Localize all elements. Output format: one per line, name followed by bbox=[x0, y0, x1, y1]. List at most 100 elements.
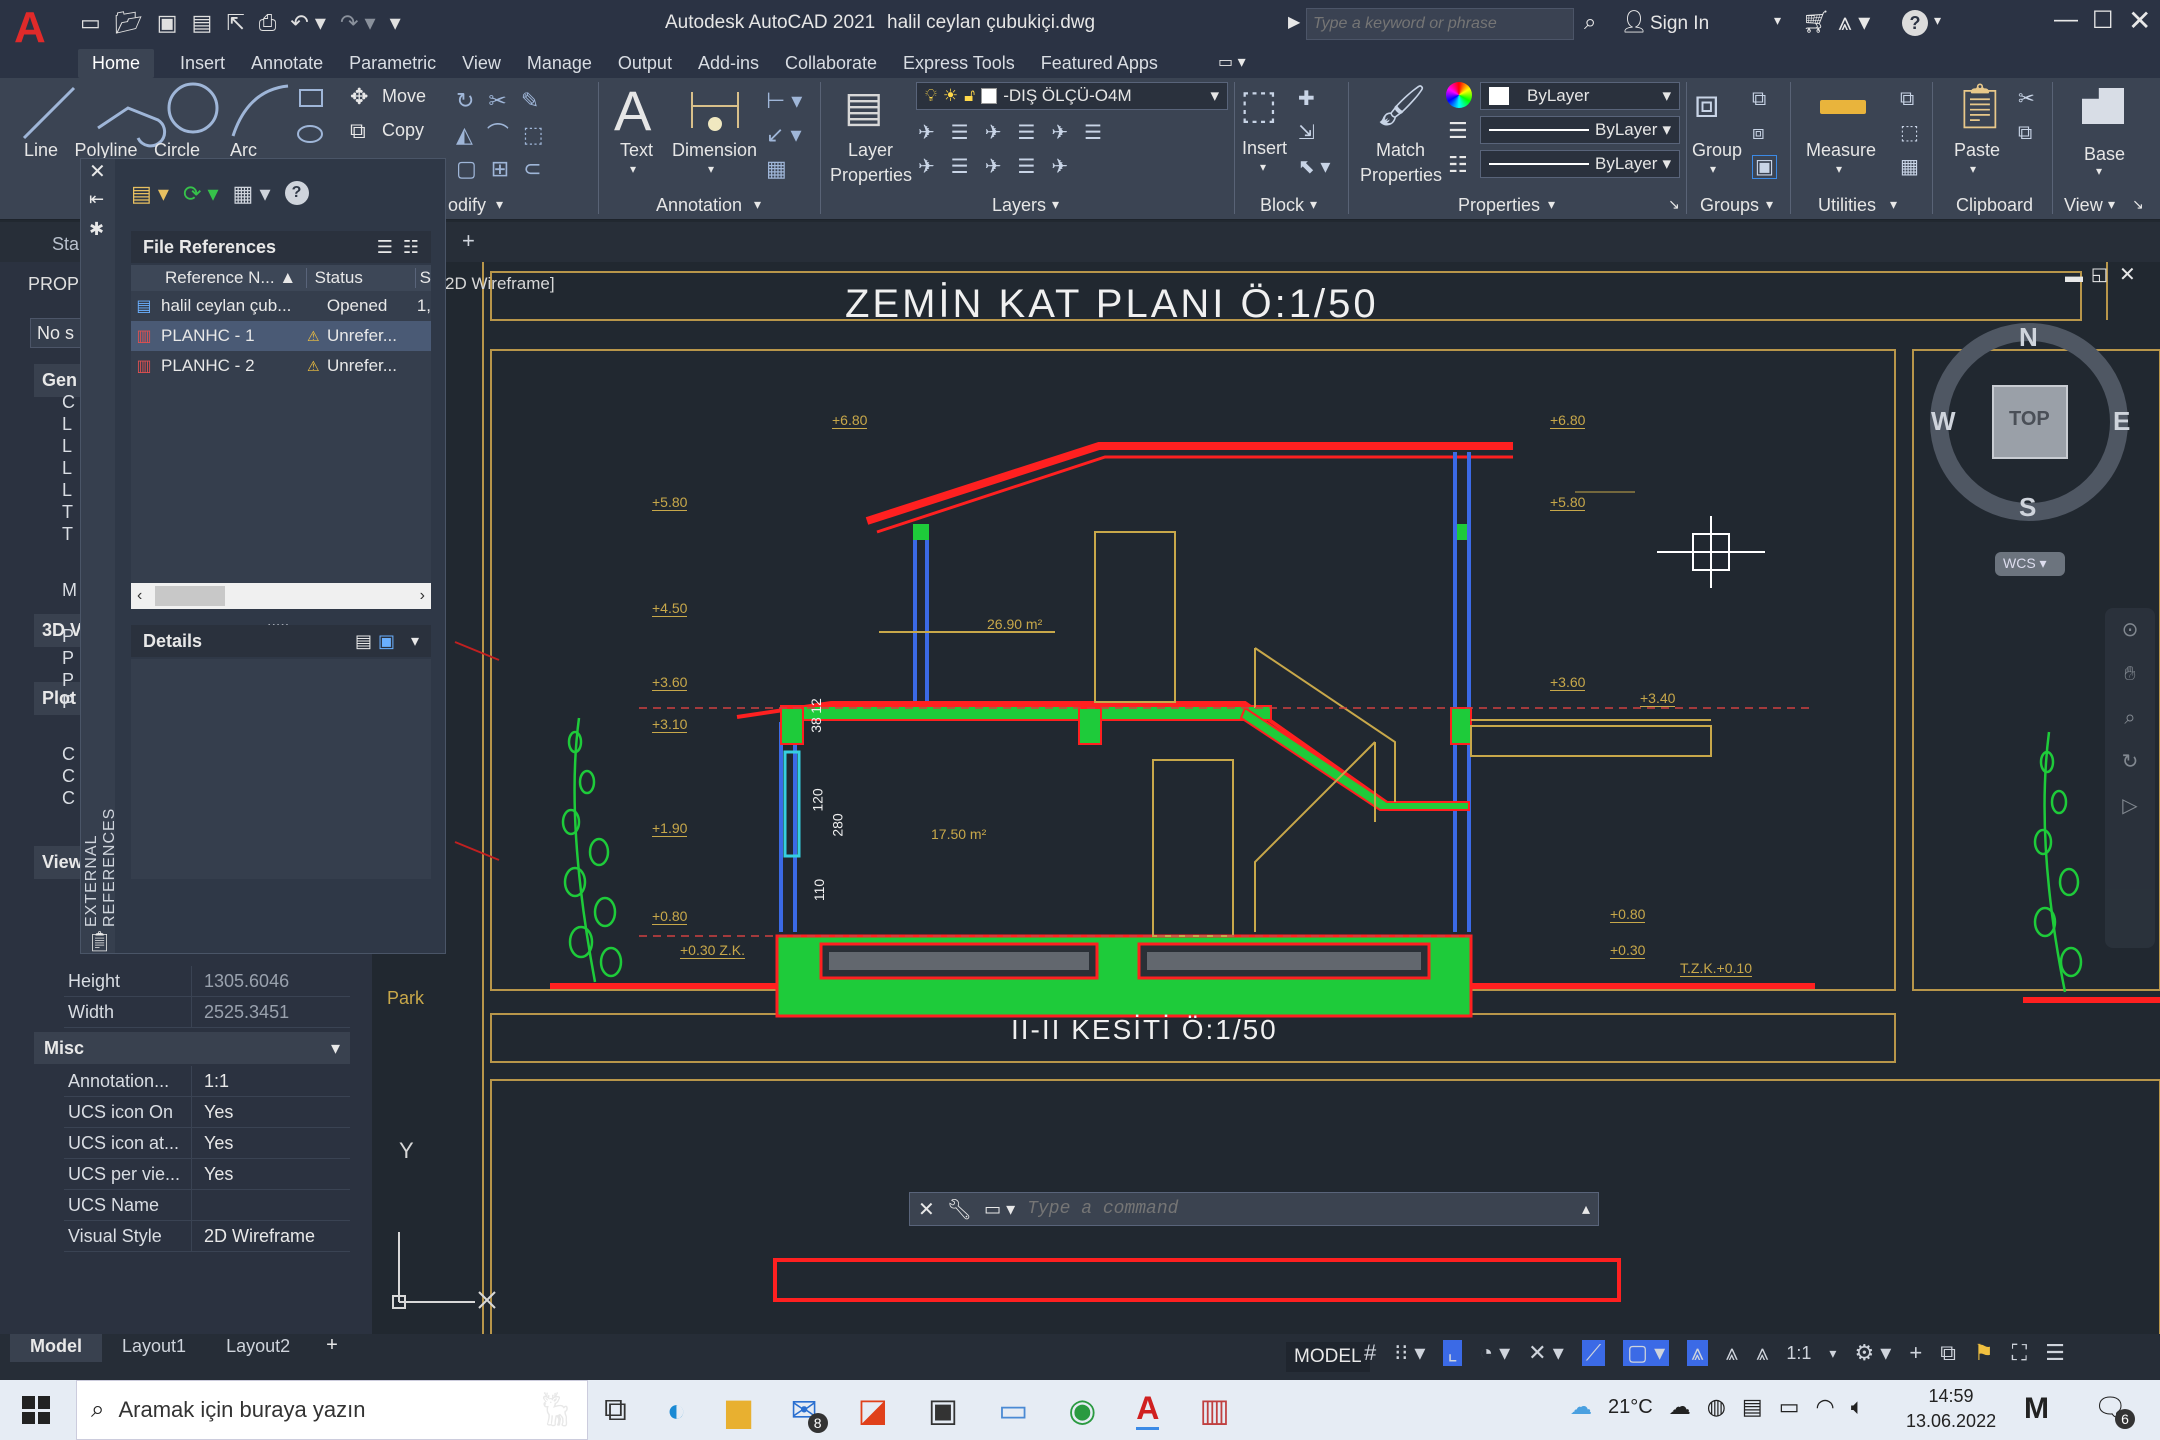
xref-settings-icon[interactable]: ✱ bbox=[89, 219, 104, 240]
viewport-close-icon[interactable]: ✕ bbox=[2119, 262, 2136, 287]
layers-panel-dropdown-icon[interactable]: ▾ bbox=[1052, 196, 1059, 213]
redo-icon[interactable]: ↷ ▾ bbox=[340, 10, 376, 36]
col-reference-name[interactable]: Reference N... ▲ bbox=[131, 268, 306, 288]
property-row-label[interactable]: T bbox=[62, 502, 73, 523]
measure-icon[interactable] bbox=[1820, 100, 1866, 114]
property-row-label[interactable]: L bbox=[62, 436, 72, 457]
color-dropdown-icon[interactable]: ▾ bbox=[1662, 86, 1671, 106]
groups-panel-dropdown-icon[interactable]: ▾ bbox=[1766, 196, 1773, 213]
property-row[interactable]: Height 1305.6046 bbox=[64, 966, 350, 997]
clock[interactable]: 14:59 13.06.2022 bbox=[1906, 1386, 1996, 1432]
drawing-svg[interactable] bbox=[375, 262, 2160, 1334]
paste-icon[interactable]: 📋︎ bbox=[1952, 80, 2008, 132]
layer-dropdown[interactable]: 💡︎ ☀ 🔓︎ -DIŞ ÖLÇÜ-O4M ▾ bbox=[916, 82, 1228, 110]
insert-dropdown-icon[interactable]: ▾ bbox=[1260, 160, 1266, 174]
battery-icon[interactable]: ▭ bbox=[1779, 1394, 1800, 1420]
scroll-right-icon[interactable]: › bbox=[420, 587, 425, 605]
copy-icon[interactable]: ⧉ bbox=[350, 118, 366, 144]
sign-in-link[interactable]: Sign In bbox=[1650, 13, 1709, 35]
office-icon[interactable]: ◪ bbox=[858, 1391, 888, 1429]
scroll-left-icon[interactable]: ‹ bbox=[137, 587, 142, 605]
new-icon[interactable]: ▭ bbox=[80, 10, 101, 36]
taskbar-search-box[interactable]: ⌕ Aramak için buraya yazın 🦌︎ bbox=[76, 1380, 588, 1440]
annotation-monitor-icon[interactable]: + bbox=[1909, 1340, 1922, 1366]
view-launcher-icon[interactable]: ↘ bbox=[2132, 196, 2144, 213]
weather-icon[interactable]: ☁ bbox=[1570, 1394, 1592, 1420]
property-row[interactable]: Annotation... 1:1 bbox=[64, 1066, 350, 1097]
maximize-icon[interactable]: ☐ bbox=[2092, 6, 2114, 35]
property-row[interactable]: UCS Name bbox=[64, 1190, 350, 1221]
osnap-tracking-icon[interactable]: ✕ ▾ bbox=[1528, 1340, 1564, 1366]
property-row-label[interactable]: C bbox=[62, 766, 75, 787]
tab-manage[interactable]: Manage bbox=[527, 53, 592, 74]
tab-express-tools[interactable]: Express Tools bbox=[903, 53, 1015, 74]
wifi-icon[interactable]: ◠ bbox=[1815, 1394, 1834, 1420]
command-customize-icon[interactable]: 🔧︎ bbox=[947, 1197, 972, 1222]
polar-icon[interactable]: ◔ ▾ bbox=[1480, 1340, 1510, 1366]
layer-freeze-icon[interactable]: ☀ bbox=[943, 86, 958, 106]
col-size[interactable]: S bbox=[414, 268, 431, 288]
help-dropdown-icon[interactable]: ▾ bbox=[1934, 12, 1941, 29]
block-panel-label[interactable]: Block bbox=[1260, 195, 1304, 216]
dimension-icon[interactable] bbox=[686, 84, 746, 136]
layer-dropdown-icon[interactable]: ▾ bbox=[1210, 86, 1219, 106]
property-row[interactable]: UCS icon at... Yes bbox=[64, 1128, 350, 1159]
volume-icon[interactable]: 🔈︎ bbox=[1851, 1394, 1864, 1420]
user-icon[interactable]: 👤︎ bbox=[1620, 9, 1648, 35]
annotation-panel-dropdown-icon[interactable]: ▾ bbox=[754, 196, 761, 213]
insert-button[interactable]: Insert bbox=[1242, 138, 1287, 159]
viewcube-north[interactable]: N bbox=[2019, 322, 2038, 353]
tab-annotate[interactable]: Annotate bbox=[251, 53, 323, 74]
match-properties-button[interactable]: Match bbox=[1376, 140, 1425, 161]
properties-launcher-icon[interactable]: ↘ bbox=[1668, 196, 1680, 213]
task-view-icon[interactable]: ⧉ bbox=[604, 1391, 627, 1429]
tray-app2-icon[interactable]: ▤ bbox=[1742, 1394, 1763, 1420]
base-dropdown-icon[interactable]: ▾ bbox=[2096, 164, 2102, 178]
file-explorer-icon[interactable]: ▆ bbox=[726, 1391, 751, 1429]
tree-view-icon[interactable]: ☷ bbox=[403, 237, 419, 258]
xref-row[interactable]: ▥ PLANHC - 2 ⚠ Unrefer... bbox=[131, 351, 431, 381]
layout-tab-layout1[interactable]: Layout1 bbox=[102, 1334, 206, 1362]
command-input[interactable] bbox=[1027, 1199, 1570, 1219]
copy-button[interactable]: Copy bbox=[382, 120, 424, 141]
windows-start-icon[interactable] bbox=[22, 1396, 50, 1424]
property-row-label[interactable]: P bbox=[62, 670, 74, 691]
utilities-panel-label[interactable]: Utilities bbox=[1818, 195, 1876, 216]
measure-dropdown-icon[interactable]: ▾ bbox=[1836, 162, 1842, 176]
dimension-button[interactable]: Dimension bbox=[672, 140, 757, 161]
lineweight-dropdown[interactable]: ByLayer ▾ bbox=[1480, 150, 1680, 178]
text-icon[interactable]: A bbox=[614, 78, 651, 143]
line-button[interactable]: Line bbox=[24, 140, 58, 161]
annotation-small-icons[interactable]: ⊢ ▾ ↙ ▾ ▦ bbox=[766, 84, 802, 186]
open-icon[interactable]: 📂︎ bbox=[115, 10, 143, 36]
autocad-taskbar-icon[interactable]: A bbox=[1136, 1390, 1160, 1430]
xref-clipboard-icon[interactable]: 📋︎ bbox=[87, 929, 112, 954]
polyline-button[interactable]: Polyline bbox=[74, 140, 138, 158]
navigation-bar[interactable]: ⊙ ✋︎ ⌕ ↻ ▷ bbox=[2105, 608, 2155, 948]
viewcube-south[interactable]: S bbox=[2019, 492, 2036, 523]
workspace-gear-icon[interactable]: ⚙ ▾ bbox=[1854, 1340, 1891, 1366]
store-icon[interactable]: ▣ bbox=[928, 1391, 958, 1429]
edge-icon[interactable]: ◐ bbox=[667, 1392, 686, 1429]
refresh-icon[interactable]: ⟳ ▾ bbox=[183, 181, 219, 207]
modify-panel-label[interactable]: odify bbox=[448, 195, 486, 216]
undo-icon[interactable]: ↶ ▾ bbox=[290, 10, 326, 36]
language-icon[interactable]: M bbox=[2024, 1392, 2049, 1426]
status-model-button[interactable]: MODEL bbox=[1286, 1342, 1370, 1372]
save-as-icon[interactable]: ▤ bbox=[192, 10, 213, 36]
layout-tab-model[interactable]: Model bbox=[10, 1334, 102, 1362]
viewport-label[interactable]: 2D Wireframe] bbox=[445, 274, 555, 294]
property-row-label[interactable]: L bbox=[62, 480, 72, 501]
color-dropdown[interactable]: ByLayer ▾ bbox=[1480, 82, 1680, 110]
tab-view[interactable]: View bbox=[462, 53, 501, 74]
xref-hscrollbar[interactable]: ‹ › bbox=[131, 583, 431, 609]
move-button[interactable]: Move bbox=[382, 86, 426, 107]
viewcube-top-button[interactable]: TOP bbox=[2009, 408, 2050, 431]
match-properties-label-2[interactable]: Properties bbox=[1360, 165, 1442, 186]
clipboard-panel-label[interactable]: Clipboard bbox=[1956, 195, 2033, 216]
match-properties-icon[interactable]: 🖌︎ bbox=[1376, 82, 1427, 129]
property-row-label[interactable]: L bbox=[62, 458, 72, 479]
add-layout-icon[interactable]: + bbox=[326, 1334, 338, 1362]
measure-button[interactable]: Measure bbox=[1806, 140, 1876, 161]
tab-insert[interactable]: Insert bbox=[180, 53, 225, 74]
